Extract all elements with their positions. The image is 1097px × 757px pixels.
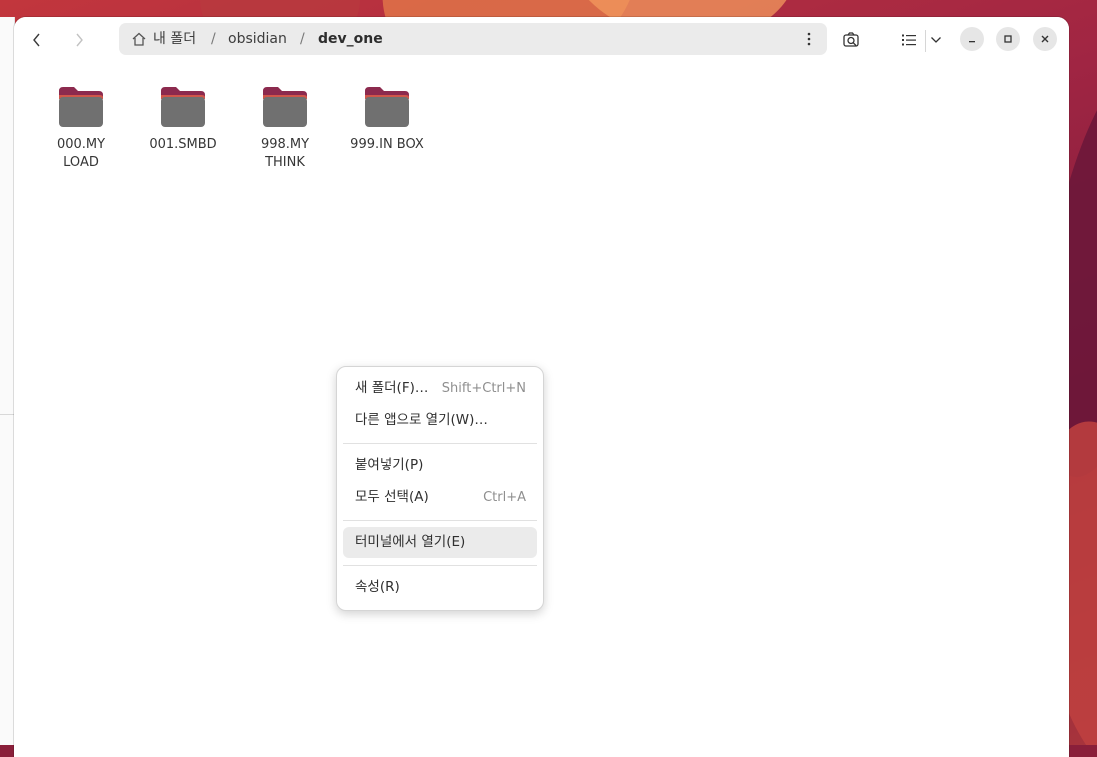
list-view-icon <box>902 34 916 46</box>
menu-item-new-folder[interactable]: 새 폴더(F)… Shift+Ctrl+N <box>343 373 537 404</box>
menu-shortcut: Ctrl+A <box>483 490 526 505</box>
folder-icon <box>161 87 205 127</box>
search-icon <box>843 32 859 47</box>
forward-button[interactable] <box>65 26 93 54</box>
close-icon <box>1041 35 1049 43</box>
divider <box>0 414 14 415</box>
path-menu-button[interactable] <box>799 29 819 49</box>
folder-name: 999.IN BOX <box>350 137 424 152</box>
chevron-right-icon <box>76 33 83 47</box>
folder-icon <box>59 87 103 127</box>
maximize-button[interactable] <box>996 27 1020 51</box>
breadcrumb-item-current[interactable]: dev_one <box>318 23 383 55</box>
folder-name: 001.SMBD <box>149 137 217 152</box>
header-bar: 내 폴더 / obsidian / dev_one <box>14 17 1069 63</box>
sidebar-edge <box>0 17 15 745</box>
search-button[interactable] <box>837 26 865 54</box>
menu-item-properties[interactable]: 속성(R) <box>343 572 537 603</box>
vertical-ellipsis-icon <box>807 32 811 46</box>
minimize-button[interactable] <box>960 27 984 51</box>
menu-item-select-all[interactable]: 모두 선택(A) Ctrl+A <box>343 482 537 513</box>
back-button[interactable] <box>23 26 51 54</box>
menu-shortcut: Shift+Ctrl+N <box>441 381 526 396</box>
menu-item-paste[interactable]: 붙여넣기(P) <box>343 450 537 481</box>
view-options-dropdown[interactable] <box>925 26 947 54</box>
path-bar[interactable]: 내 폴더 / obsidian / dev_one <box>119 23 827 55</box>
folder-item[interactable]: 999.IN BOX <box>342 85 432 154</box>
breadcrumb-item-obsidian[interactable]: obsidian <box>228 23 287 55</box>
breadcrumb-home[interactable]: 내 폴더 <box>153 23 196 55</box>
menu-separator <box>343 565 537 566</box>
folder-icon <box>263 87 307 127</box>
minimize-icon <box>969 41 975 43</box>
menu-item-open-in-terminal[interactable]: 터미널에서 열기(E) <box>343 527 537 558</box>
folder-item[interactable]: 998.MY THINK <box>240 85 330 172</box>
menu-separator <box>343 443 537 444</box>
home-icon <box>132 32 146 46</box>
context-menu: 새 폴더(F)… Shift+Ctrl+N 다른 앱으로 열기(W)… 붙여넣기… <box>336 366 544 611</box>
folder-name: 000.MY LOAD <box>56 137 106 170</box>
maximize-icon <box>1004 35 1012 43</box>
view-mode-button[interactable] <box>895 26 923 54</box>
folder-item[interactable]: 000.MY LOAD <box>36 85 126 172</box>
breadcrumb-separator: / <box>211 31 216 47</box>
folder-item[interactable]: 001.SMBD <box>138 85 228 154</box>
chevron-left-icon <box>33 33 40 47</box>
menu-item-open-with[interactable]: 다른 앱으로 열기(W)… <box>343 405 537 436</box>
close-button[interactable] <box>1033 27 1057 51</box>
folder-icon <box>365 87 409 127</box>
breadcrumb-separator: / <box>300 31 305 47</box>
menu-separator <box>343 520 537 521</box>
chevron-down-icon <box>931 37 941 43</box>
folder-name: 998.MY THINK <box>260 137 310 170</box>
